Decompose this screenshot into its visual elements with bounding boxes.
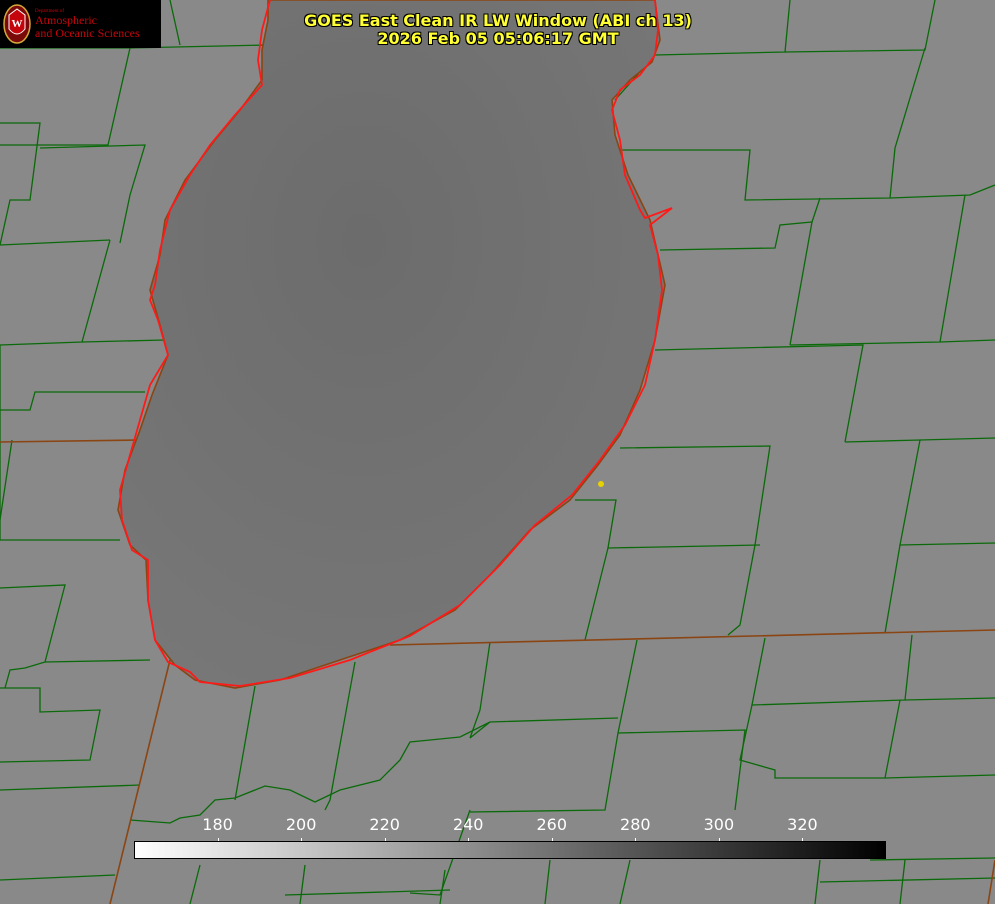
colorbar-tick-label: 300	[703, 815, 735, 834]
colorbar-tick-label: 220	[369, 815, 400, 834]
colorbar-tick-label: 180	[202, 815, 233, 834]
uw-aos-logo: W Department of Atmospheric and Oceanic …	[0, 0, 161, 48]
logo-line2: and Oceanic Sciences	[35, 25, 140, 40]
temperature-colorbar	[134, 841, 886, 859]
title-product: GOES East Clean IR LW Window (ABI ch 13)	[304, 11, 692, 30]
satellite-map	[0, 0, 995, 904]
colorbar-tick-label: 200	[285, 815, 317, 834]
colorbar-tick-label: 280	[620, 815, 651, 834]
uw-crest-icon: W	[3, 4, 31, 44]
colorbar-tick-label: 260	[536, 815, 568, 834]
title-timestamp: 2026 Feb 05 05:06:17 GMT	[377, 29, 619, 48]
logo-text: Department of Atmospheric and Oceanic Sc…	[35, 9, 140, 40]
colorbar-tick-label: 240	[452, 815, 484, 834]
crest-letter: W	[12, 18, 23, 30]
colorbar-tick-label: 320	[787, 815, 818, 834]
image-title: GOES East Clean IR LW Window (ABI ch 13)…	[302, 12, 694, 48]
logo-line1: Atmospheric	[35, 12, 97, 27]
city-marker	[598, 481, 604, 487]
